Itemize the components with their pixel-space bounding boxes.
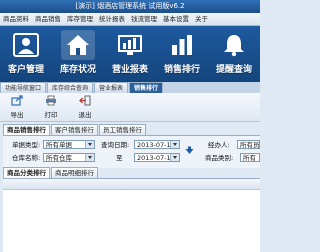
- chevron-down-icon: [170, 141, 179, 148]
- window-tabs: 功能导航窗口 库存综合查询 营业报表 销售排行: [0, 82, 260, 93]
- doc-type-value: 所有单据: [46, 141, 72, 149]
- menu-item-about[interactable]: 关于: [192, 13, 211, 25]
- date-to-label: 至: [116, 154, 123, 162]
- ribbon-button-inventory[interactable]: 库存状况: [53, 26, 103, 82]
- date-from-picker[interactable]: 2013-07-10: [134, 140, 180, 149]
- query-arrow-button[interactable]: [185, 146, 194, 157]
- handler-label: 经办人:: [208, 141, 230, 149]
- tab-inventory-query[interactable]: 库存综合查询: [47, 82, 94, 93]
- tab-product-ranking[interactable]: 商品销售排行: [3, 124, 50, 135]
- chevron-down-icon: [85, 154, 94, 161]
- tab-business-report[interactable]: 营业报表: [94, 82, 129, 93]
- exit-label: 退出: [78, 111, 92, 119]
- menu-item-settings[interactable]: 基本设置: [160, 13, 192, 25]
- export-label: 导出: [10, 111, 24, 119]
- result-tabs: 商品分类排行 商品明细排行: [3, 167, 99, 178]
- warehouse-select[interactable]: 所有仓库: [43, 153, 95, 162]
- main-ribbon: 客户管理 库存状况 营业报表 销售排行 提醒查询: [0, 26, 260, 82]
- menu-item-products[interactable]: 商品资料: [0, 13, 32, 25]
- chevron-down-icon: [170, 154, 179, 161]
- filter-panel: 单据类型: 所有单据 查询日期: 2013-07-10 经办人: 所有员工 仓库…: [3, 135, 260, 168]
- ribbon-button-reminders[interactable]: 提醒查询: [209, 26, 259, 82]
- exit-button[interactable]: 退出: [68, 95, 102, 119]
- tab-navigation[interactable]: 功能导航窗口: [0, 82, 47, 93]
- toolbar: 导出 打印 退出: [0, 93, 260, 122]
- chevron-down-icon: [85, 141, 94, 148]
- menu-item-inventory[interactable]: 库存管理: [64, 13, 96, 25]
- report-type-tabs: 商品销售排行 客户销售排行 员工销售排行: [3, 124, 147, 135]
- warehouse-label: 仓库名称:: [12, 154, 41, 162]
- ranking-grid: [3, 178, 260, 252]
- tab-employee-ranking[interactable]: 员工销售排行: [99, 124, 146, 135]
- ribbon-label-reminders: 提醒查询: [215, 65, 252, 75]
- customer-icon: [9, 30, 43, 60]
- menu-item-reports[interactable]: 统计报表: [96, 13, 128, 25]
- ribbon-label-customers: 客户管理: [7, 65, 44, 75]
- menu-item-sales[interactable]: 商品销售: [32, 13, 64, 25]
- ribbon-label-ranking: 销售排行: [163, 65, 200, 75]
- grid-header: [3, 179, 260, 190]
- ribbon-button-ranking[interactable]: 销售排行: [157, 26, 207, 82]
- printer-icon: [45, 95, 57, 108]
- tab-sales-ranking[interactable]: 销售排行: [129, 82, 164, 93]
- handler-value: 所有员工: [240, 141, 260, 149]
- arrow-down-icon: [185, 146, 194, 154]
- tab-detail-ranking[interactable]: 商品明细排行: [51, 167, 98, 178]
- ribbon-label-reports: 营业报表: [111, 65, 148, 75]
- category-select[interactable]: 所有: [240, 153, 260, 162]
- menu-item-cashflow[interactable]: 钱流管理: [128, 13, 160, 25]
- export-button[interactable]: 导出: [0, 95, 34, 119]
- category-label: 商品类别:: [205, 154, 234, 162]
- tab-customer-ranking[interactable]: 客户销售排行: [51, 124, 98, 135]
- menu-bar: 商品资料 商品销售 库存管理 统计报表 钱流管理 基本设置 关于: [0, 13, 260, 26]
- window-title: [演示] 烟酒店管理系统 试用版v6.2: [0, 0, 260, 13]
- bar-chart-icon: [165, 30, 199, 60]
- query-date-label: 查询日期:: [101, 141, 130, 149]
- doc-type-select[interactable]: 所有单据: [43, 140, 95, 149]
- date-to-picker[interactable]: 2013-07-10: [134, 153, 180, 162]
- print-button[interactable]: 打印: [34, 95, 68, 119]
- handler-select[interactable]: 所有员工: [237, 140, 260, 149]
- report-icon: [113, 30, 147, 60]
- export-icon: [11, 95, 23, 108]
- tab-category-ranking[interactable]: 商品分类排行: [3, 167, 50, 178]
- ribbon-button-customers[interactable]: 客户管理: [1, 26, 51, 82]
- home-icon: [61, 30, 95, 60]
- category-value: 所有: [243, 154, 256, 162]
- ribbon-button-reports[interactable]: 营业报表: [105, 26, 155, 82]
- doc-type-label: 单据类型:: [12, 141, 41, 149]
- print-label: 打印: [44, 111, 58, 119]
- ribbon-label-inventory: 库存状况: [59, 65, 96, 75]
- warehouse-value: 所有仓库: [46, 154, 72, 162]
- bell-icon: [217, 30, 251, 60]
- exit-icon: [79, 95, 91, 108]
